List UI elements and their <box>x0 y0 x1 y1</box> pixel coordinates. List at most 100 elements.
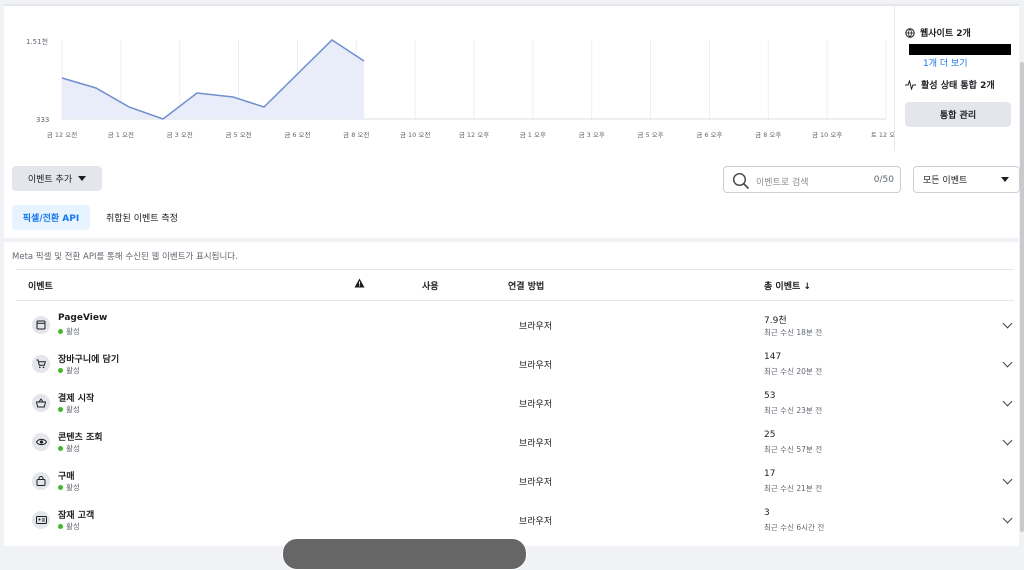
chart-area-fill <box>62 40 364 119</box>
event-filter-value: 모든 이벤트 <box>923 176 968 186</box>
integrations-label: 활성 상태 통합 2개 <box>921 81 995 91</box>
active-dot <box>58 485 63 490</box>
active-dot <box>58 368 63 373</box>
x-tick-label: 금 3 오후 <box>579 131 605 139</box>
last-received: 최근 수신 6시간 전 <box>764 523 825 532</box>
chevron-down-icon[interactable] <box>1002 435 1013 446</box>
x-tick-label: 금 5 오후 <box>637 131 663 139</box>
x-tick-label: 토 12 오전 <box>871 130 894 139</box>
event-total: 147 <box>764 352 782 362</box>
x-tick-label: 금 6 오후 <box>696 131 722 139</box>
show-more-link[interactable]: 1개 더 보기 <box>923 56 968 69</box>
websites-label: 웹사이트 2개 <box>920 29 971 39</box>
event-total: 25 <box>764 430 776 440</box>
cart-icon <box>32 355 50 373</box>
x-tick-label: 금 1 오후 <box>520 131 546 139</box>
x-tick-label: 금 12 오전 <box>47 130 77 139</box>
x-tick-label: 금 8 오후 <box>755 131 781 139</box>
x-tick-label: 금 10 오전 <box>400 130 430 139</box>
x-tick-label: 금 1 오전 <box>108 130 134 139</box>
event-name: 장바구니에 담기 <box>58 355 120 365</box>
connection-method: 브라우저 <box>519 322 553 332</box>
event-status: 활성 <box>58 443 80 454</box>
table-row[interactable]: 구매 활성 브라우저 17 최근 수신 21분 전 <box>16 462 1014 501</box>
websites-row[interactable]: 웹사이트 2개 <box>905 26 971 39</box>
event-total: 7.9천 <box>764 316 787 326</box>
x-tick-label: 금 6 오전 <box>284 130 310 139</box>
y-label-bottom: 333 <box>36 116 49 124</box>
chevron-down-icon[interactable] <box>1002 357 1013 368</box>
event-activity-chart: 1.51천 333 금 12 오전 금 1 오전 금 3 오전 금 5 오전 금 6 오… <box>4 6 894 151</box>
column-header-method[interactable]: 연결 방법 <box>508 279 544 292</box>
eye-icon <box>32 433 50 451</box>
search-icon <box>732 172 750 190</box>
shopping-bag-icon <box>32 472 50 490</box>
integration-sidebar: 웹사이트 2개 1개 더 보기 활성 상태 통합 2개 통합 관리 <box>894 6 1020 151</box>
active-dot <box>58 329 63 334</box>
tab-pixel-conversions-api[interactable]: 픽셀/전환 API <box>12 205 90 230</box>
search-count: 0/50 <box>873 175 894 185</box>
event-status: 활성 <box>58 365 80 376</box>
event-name: 구매 <box>58 472 75 482</box>
x-tick-label: 금 12 오후 <box>459 131 489 139</box>
x-tick-label: 금 10 오후 <box>812 131 842 139</box>
event-name: 결제 시작 <box>58 394 95 404</box>
x-tick-label: 금 8 오전 <box>343 130 369 139</box>
event-total: 17 <box>764 469 776 479</box>
event-total: 3 <box>764 508 770 518</box>
chevron-down-icon[interactable] <box>1002 513 1013 524</box>
add-event-label: 이벤트 추가 <box>27 175 73 185</box>
connection-method: 브라우저 <box>519 517 553 527</box>
table-row[interactable]: 장바구니에 담기 활성 브라우저 147 최근 수신 20분 전 <box>16 345 1014 384</box>
last-received: 최근 수신 20분 전 <box>764 367 823 376</box>
column-header-total[interactable]: 총 이벤트 ↓ <box>764 279 811 292</box>
table-row[interactable]: PageView 활성 브라우저 7.9천최근 수신 18분 전 <box>16 306 1014 345</box>
connection-method: 브라우저 <box>519 400 553 410</box>
chevron-down-icon[interactable] <box>1002 318 1013 329</box>
event-filter-select[interactable]: 모든 이벤트 <box>913 166 1020 193</box>
caret-down-icon <box>78 176 87 181</box>
events-panel: 1.51천 333 금 12 오전 금 1 오전 금 3 오전 금 5 오전 금 6 오… <box>4 4 1024 546</box>
table-header: 이벤트 사용 연결 방법 총 이벤트 ↓ <box>16 269 1014 301</box>
event-status: 활성 <box>58 404 80 415</box>
chevron-down-icon[interactable] <box>1002 396 1013 407</box>
table-description: Meta 픽셀 및 전환 API를 통해 수신된 웹 이벤트가 표시됩니다. <box>12 252 238 262</box>
add-event-button[interactable]: 이벤트 추가 <box>12 166 102 191</box>
last-received: 최근 수신 18분 전 <box>764 328 823 337</box>
column-header-usage[interactable]: 사용 <box>422 279 439 292</box>
column-header-event[interactable]: 이벤트 <box>28 279 53 292</box>
integrations-row[interactable]: 활성 상태 통합 2개 <box>905 78 995 91</box>
active-dot <box>58 524 63 529</box>
event-status: 활성 <box>58 521 80 532</box>
activity-pulse-icon <box>905 79 916 90</box>
connection-method: 브라우저 <box>519 439 553 449</box>
event-status-label: 활성 <box>66 483 80 492</box>
table-row[interactable]: 콘텐츠 조회 활성 브라우저 25 최근 수신 57분 전 <box>16 423 1014 462</box>
chevron-down-icon[interactable] <box>1002 474 1013 485</box>
search-input-placeholder[interactable]: 이벤트로 검색 <box>756 175 809 188</box>
warning-icon <box>354 278 365 291</box>
basket-icon <box>32 394 50 412</box>
event-name: 콘텐츠 조회 <box>58 433 103 443</box>
event-status-label: 활성 <box>66 522 80 531</box>
scrollbar[interactable] <box>1020 62 1024 532</box>
line-chart-svg: 1.51천 333 금 12 오전 금 1 오전 금 3 오전 금 5 오전 금 6 오… <box>26 37 894 139</box>
table-row[interactable]: 잠재 고객 활성 브라우저 3 최근 수신 6시간 전 <box>16 501 1014 540</box>
x-tick-label: 금 3 오전 <box>167 130 193 139</box>
active-dot <box>58 446 63 451</box>
browser-window-icon <box>32 316 50 334</box>
event-status-label: 활성 <box>66 366 80 375</box>
event-status-label: 활성 <box>66 327 80 336</box>
redacted-site <box>909 44 1011 55</box>
event-name: PageView <box>58 313 108 323</box>
connection-method: 브라우저 <box>519 361 553 371</box>
last-received: 최근 수신 23분 전 <box>764 406 823 415</box>
event-search[interactable]: 이벤트로 검색 0/50 <box>723 166 901 193</box>
manage-integrations-button[interactable]: 통합 관리 <box>905 102 1011 127</box>
id-card-icon <box>32 511 50 529</box>
x-tick-label: 금 5 오전 <box>225 130 251 139</box>
active-dot <box>58 407 63 412</box>
tab-aggregated-event-measurement[interactable]: 취합된 이벤트 측정 <box>100 205 184 230</box>
table-row[interactable]: 결제 시작 활성 브라우저 53 최근 수신 23분 전 <box>16 384 1014 423</box>
floating-toolbar[interactable] <box>282 538 527 570</box>
